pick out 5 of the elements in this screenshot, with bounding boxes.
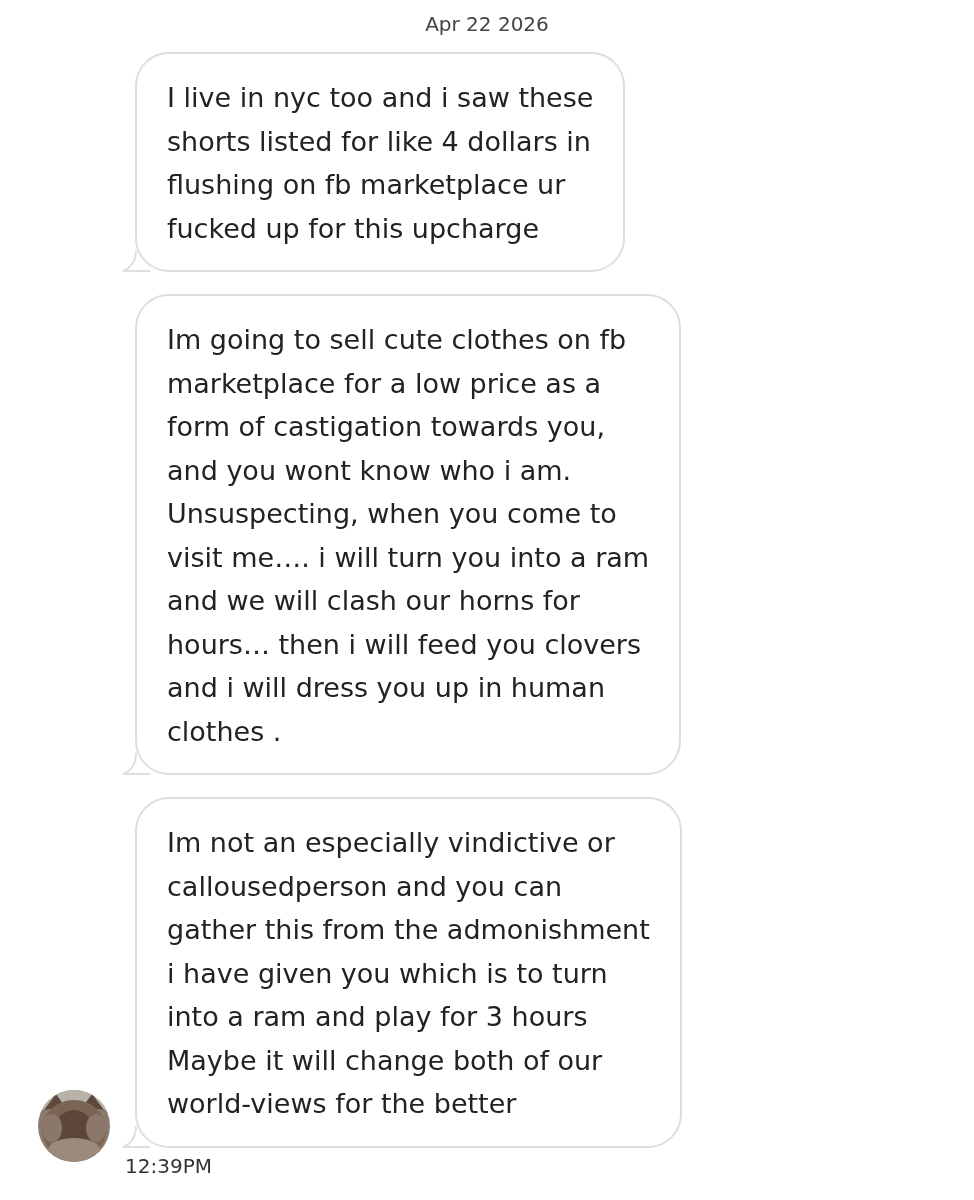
- date-header: Apr 22 2026: [425, 12, 549, 36]
- message-bubble: Im going to sell cute clothes on fb marketplace for a low price as a form of castigation towards you, and you wont know who i am. Unsuspecting, when you come to visit me…. i will turn you into a ram and we will clash our horns for hours… then i will feed you clovers and i will dress you up in human clothes .: [135, 294, 682, 775]
- timestamp: 12:39PM: [125, 1153, 213, 1178]
- message-bubble: Im not an especially vindictive or callousedperson and you can gather this from the admonishment i have given you which is to turn into a ram and play for 3 hours Maybe it will change both of our world-views for the better: [135, 797, 682, 1148]
- message-bubble: I live in nyc too and i saw these shorts listed for like 4 dollars in flushing on fb marketplace ur fucked up for this upcharge: [135, 52, 626, 272]
